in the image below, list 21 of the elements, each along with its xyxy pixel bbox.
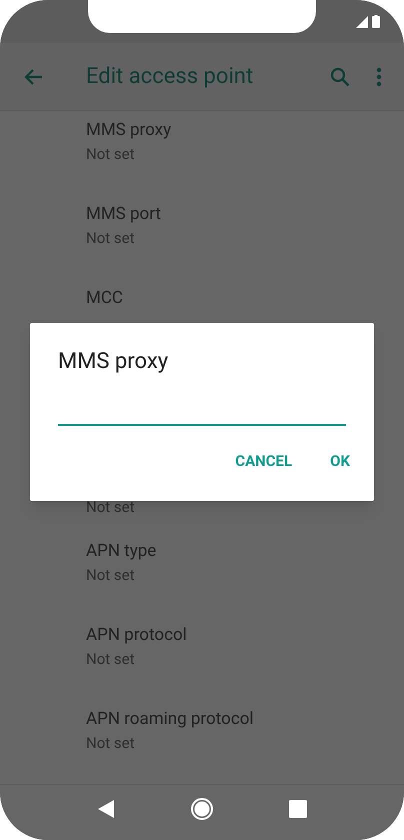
setting-summary: Not set — [86, 144, 136, 165]
square-icon[interactable] — [288, 800, 307, 818]
setting-title[interactable]: APN type — [86, 540, 404, 562]
home-circle-icon[interactable] — [190, 796, 214, 820]
setting-title[interactable]: MMS proxy — [86, 119, 404, 141]
setting-title[interactable]: MMS port — [86, 203, 404, 226]
back-triangle-icon[interactable] — [97, 798, 116, 818]
setting-summary: Not set — [86, 648, 136, 670]
setting-title[interactable]: MCC — [86, 287, 404, 310]
setting-title[interactable]: APN protocol — [86, 624, 404, 646]
battery-icon — [372, 15, 380, 28]
setting-summary: Not set — [86, 564, 136, 586]
more-options-icon[interactable] — [376, 66, 382, 86]
toolbar-title: Edit access point — [86, 63, 254, 91]
setting-summary: Not set — [86, 228, 136, 250]
setting-title[interactable]: APN roaming protocol — [86, 708, 404, 730]
dialog-title: MMS proxy — [58, 348, 170, 376]
dialog-button[interactable]: CANCEL — [223, 444, 304, 478]
setting-summary: Not set — [86, 732, 136, 754]
signal-icon — [356, 16, 368, 28]
dialog-button[interactable]: OK — [318, 444, 362, 478]
